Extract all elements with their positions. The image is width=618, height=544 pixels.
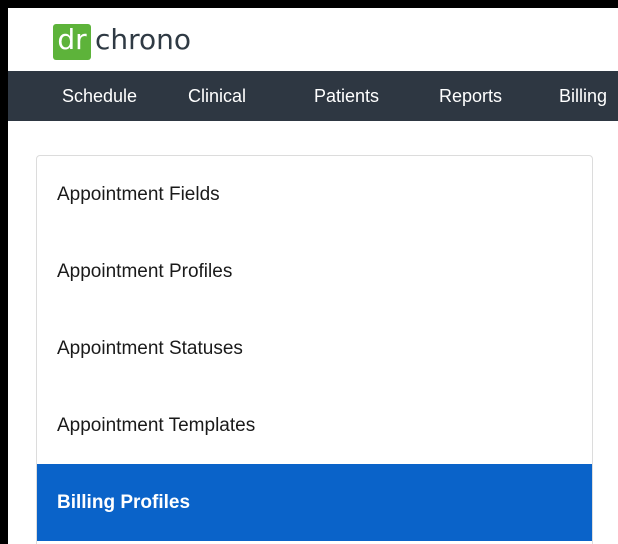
list-item-appointment-fields[interactable]: Appointment Fields — [37, 156, 592, 233]
logo-badge: dr — [53, 24, 91, 60]
list-item-appointment-statuses[interactable]: Appointment Statuses — [37, 310, 592, 387]
nav-item-reports[interactable]: Reports — [439, 71, 502, 121]
nav-item-billing[interactable]: Billing — [559, 71, 607, 121]
settings-list-panel: Appointment Fields Appointment Profiles … — [36, 155, 593, 544]
main-navbar: Schedule Clinical Patients Reports Billi… — [8, 71, 618, 121]
list-item-appointment-templates[interactable]: Appointment Templates — [37, 387, 592, 464]
header: dr chrono — [8, 8, 618, 71]
app-window: dr chrono Schedule Clinical Patients Rep… — [0, 0, 618, 544]
logo-text: chrono — [95, 23, 192, 56]
nav-item-clinical[interactable]: Clinical — [188, 71, 246, 121]
list-item-billing-profiles[interactable]: Billing Profiles — [37, 464, 592, 541]
nav-item-schedule[interactable]: Schedule — [62, 71, 137, 121]
list-item-appointment-profiles[interactable]: Appointment Profiles — [37, 233, 592, 310]
drchrono-logo[interactable]: dr chrono — [53, 24, 191, 60]
nav-item-patients[interactable]: Patients — [314, 71, 379, 121]
